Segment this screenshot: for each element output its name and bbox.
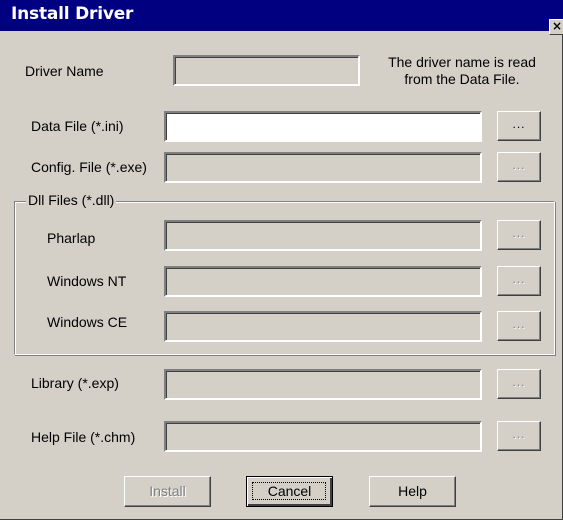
help-button[interactable]: Help (369, 476, 456, 507)
title-bar[interactable]: Install Driver (0, 0, 563, 31)
windows-nt-browse-button: ... (497, 266, 541, 296)
data-file-input[interactable] (164, 111, 482, 142)
windows-ce-input (164, 311, 482, 342)
pharlap-label: Pharlap (47, 230, 96, 246)
config-file-input (164, 152, 482, 183)
help-file-label: Help File (*.chm) (31, 429, 136, 445)
driver-name-note: The driver name is read from the Data Fi… (372, 54, 552, 88)
data-file-browse-button[interactable]: ... (497, 111, 541, 141)
install-button: Install (124, 476, 211, 507)
help-file-input (164, 421, 482, 452)
library-label: Library (*.exp) (31, 375, 119, 391)
pharlap-browse-button: ... (497, 220, 541, 250)
windows-ce-label: Windows CE (47, 314, 128, 330)
driver-name-note-line1: The driver name is read (388, 54, 536, 70)
install-button-label: Install (149, 483, 186, 499)
window-title: Install Driver (11, 4, 134, 24)
help-button-label: Help (398, 483, 427, 499)
library-input (164, 369, 482, 400)
pharlap-input (164, 220, 482, 251)
config-file-label: Config. File (*.exe) (31, 159, 147, 175)
install-driver-dialog: Install Driver × Driver Name The driver … (0, 0, 563, 520)
cancel-button[interactable]: Cancel (246, 476, 333, 507)
windows-nt-input (164, 266, 482, 297)
data-file-label: Data File (*.ini) (31, 118, 124, 134)
close-icon[interactable]: × (549, 19, 563, 35)
library-browse-button: ... (497, 369, 541, 399)
windows-nt-label: Windows NT (47, 273, 127, 289)
windows-ce-browse-button: ... (497, 311, 541, 341)
help-file-browse-button: ... (497, 421, 541, 451)
cancel-button-label: Cancel (267, 483, 312, 499)
driver-name-field (173, 55, 360, 86)
config-file-browse-button: ... (497, 152, 541, 182)
dll-files-group-title: Dll Files (*.dll) (26, 192, 117, 208)
driver-name-note-line2: from the Data File. (404, 71, 520, 87)
driver-name-label: Driver Name (25, 63, 104, 79)
